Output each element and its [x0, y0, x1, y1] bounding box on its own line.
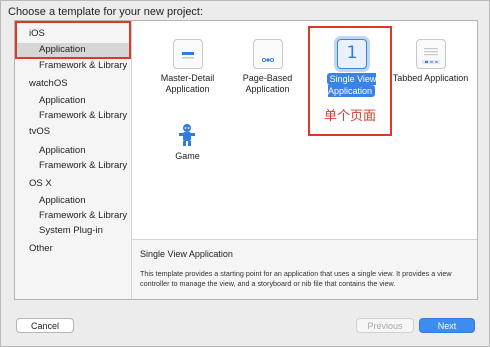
next-button[interactable]: Next — [419, 318, 475, 333]
dialog-title: Choose a template for your new project: — [8, 6, 204, 18]
template-panel: iOS Application Framework & Library watc… — [14, 20, 478, 300]
template-label: Game — [175, 151, 200, 161]
template-grid: Master-Detail Application Page-Based App… — [132, 21, 477, 239]
description-title: Single View Application — [140, 249, 233, 259]
template-label: Master-Detail Application — [160, 73, 215, 94]
tabbed-icon — [416, 39, 446, 69]
sidebar-header-watchos[interactable]: watchOS — [15, 77, 131, 91]
sidebar-header-other[interactable]: Other — [15, 242, 131, 256]
sidebar-item-watchos-application[interactable]: Application — [15, 94, 131, 108]
single-view-annotation-box: 单个页面 — [308, 26, 392, 136]
template-tabbed[interactable]: Tabbed Application — [388, 29, 473, 99]
sidebar-header-tvos[interactable]: tvOS — [15, 125, 131, 139]
sidebar-header-ios[interactable]: iOS — [15, 27, 131, 41]
sidebar-item-tvos-framework[interactable]: Framework & Library — [15, 159, 131, 173]
master-detail-icon — [173, 39, 203, 69]
template-label: Tabbed Application — [392, 73, 469, 83]
sidebar-item-osx-application[interactable]: Application — [15, 194, 131, 208]
description-body: This template provides a starting point … — [140, 269, 452, 288]
annotation-note: 单个页面 — [323, 109, 376, 124]
cancel-button[interactable]: Cancel — [16, 318, 74, 333]
template-page-based[interactable]: Page-Based Application — [225, 29, 310, 99]
sidebar-header-osx[interactable]: OS X — [15, 177, 131, 191]
sidebar-item-ios-application[interactable]: Application — [15, 43, 131, 57]
sidebar-item-osx-system-plugin[interactable]: System Plug-in — [15, 224, 131, 238]
template-master-detail[interactable]: Master-Detail Application — [145, 29, 230, 99]
platform-sidebar: iOS Application Framework & Library watc… — [15, 21, 132, 299]
sidebar-item-tvos-application[interactable]: Application — [15, 144, 131, 158]
template-game[interactable]: Game — [145, 111, 230, 181]
sidebar-item-osx-framework[interactable]: Framework & Library — [15, 209, 131, 223]
game-icon — [173, 121, 201, 149]
template-description: Single View Application This template pr… — [132, 239, 477, 299]
page-based-icon — [253, 39, 283, 69]
sidebar-item-ios-framework[interactable]: Framework & Library — [15, 59, 131, 73]
template-label: Page-Based Application — [242, 73, 293, 94]
sidebar-item-watchos-framework[interactable]: Framework & Library — [15, 109, 131, 123]
previous-button[interactable]: Previous — [356, 318, 414, 333]
